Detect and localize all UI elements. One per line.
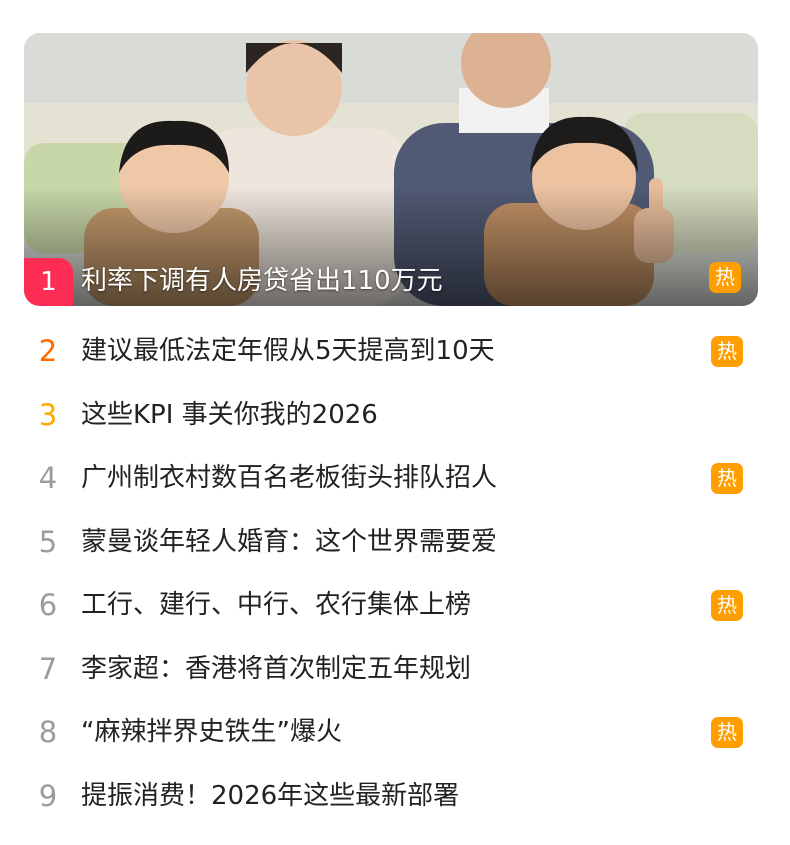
list-item[interactable]: 5 蒙曼谈年轻人婚育：这个世界需要爱 (0, 511, 790, 575)
hero-news-card[interactable]: 1 利率下调有人房贷省出110万元 热 (24, 33, 758, 306)
rank-number: 9 (38, 778, 58, 813)
hot-badge: 热 (709, 262, 741, 293)
hot-badge: 热 (711, 717, 743, 748)
rank-badge-1: 1 (24, 258, 73, 306)
list-item[interactable]: 4 广州制衣村数百名老板街头排队招人 热 (0, 447, 790, 511)
headline[interactable]: 广州制衣村数百名老板街头排队招人 (81, 447, 497, 511)
rank-number: 8 (38, 715, 58, 749)
headline[interactable]: 提振消费！2026年这些最新部署 (81, 765, 459, 829)
list-item[interactable]: 6 工行、建行、中行、农行集体上榜 热 (0, 574, 790, 638)
rank-number: 6 (38, 588, 58, 622)
rank-number: 3 (38, 397, 58, 432)
hero-headline[interactable]: 利率下调有人房贷省出110万元 (81, 261, 698, 301)
list-item[interactable]: 8 “麻辣拌界史铁生”爆火 热 (0, 701, 790, 765)
headline[interactable]: 建议最低法定年假从5天提高到10天 (81, 320, 495, 384)
headline[interactable]: “麻辣拌界史铁生”爆火 (81, 701, 342, 765)
rank-number: 5 (38, 524, 58, 559)
headline[interactable]: 蒙曼谈年轻人婚育：这个世界需要爱 (81, 511, 497, 575)
rank-number: 2 (38, 334, 58, 368)
list-item[interactable]: 2 建议最低法定年假从5天提高到10天 热 (0, 320, 790, 384)
hot-badge: 热 (711, 590, 743, 621)
headline[interactable]: 李家超：香港将首次制定五年规划 (81, 638, 471, 702)
trending-list: 2 建议最低法定年假从5天提高到10天 热 3 这些KPI 事关你我的2026 … (0, 320, 790, 828)
hot-badge: 热 (711, 463, 743, 494)
list-item[interactable]: 9 提振消费！2026年这些最新部署 (0, 765, 790, 829)
hot-badge: 热 (711, 336, 743, 367)
rank-number: 7 (38, 651, 58, 686)
headline[interactable]: 工行、建行、中行、农行集体上榜 (81, 574, 471, 638)
list-item[interactable]: 7 李家超：香港将首次制定五年规划 (0, 638, 790, 702)
headline[interactable]: 这些KPI 事关你我的2026 (81, 384, 378, 448)
rank-number: 4 (38, 461, 58, 495)
list-item[interactable]: 3 这些KPI 事关你我的2026 (0, 384, 790, 448)
